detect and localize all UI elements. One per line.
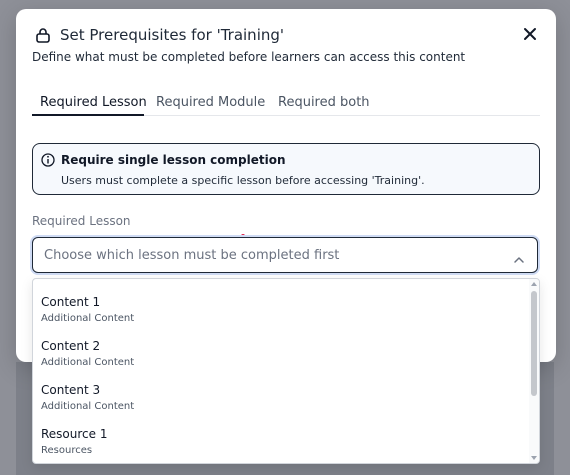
dialog-title: Set Prerequisites for 'Training' bbox=[60, 26, 285, 44]
dialog-subtitle: Define what must be completed before lea… bbox=[32, 50, 466, 64]
option-label: Content 2 bbox=[41, 339, 101, 353]
prerequisite-tabs: Required Lesson Required Module Required… bbox=[32, 95, 540, 116]
option-label: Resource 1 bbox=[41, 427, 108, 441]
select-placeholder: Choose which lesson must be completed fi… bbox=[44, 248, 340, 263]
option-category: Additional Content bbox=[41, 313, 135, 324]
close-button[interactable] bbox=[520, 25, 540, 45]
dropdown-scrollbar[interactable] bbox=[529, 279, 539, 463]
scroll-down-arrow-icon[interactable] bbox=[531, 456, 537, 460]
close-icon bbox=[523, 26, 537, 45]
lesson-dropdown-list: Content 1 Additional Content Content 2 A… bbox=[32, 278, 540, 464]
required-lesson-label: Required Lesson bbox=[32, 214, 131, 228]
info-icon bbox=[41, 152, 55, 167]
info-title: Require single lesson completion bbox=[61, 153, 286, 167]
option-category: Additional Content bbox=[41, 401, 135, 412]
tab-required-module[interactable]: Required Module bbox=[156, 95, 265, 110]
option-category: Additional Content bbox=[41, 357, 135, 368]
required-lesson-select[interactable]: Choose which lesson must be completed fi… bbox=[32, 237, 538, 273]
list-item[interactable]: Content 1 Additional Content bbox=[33, 285, 529, 329]
tab-required-both[interactable]: Required both bbox=[278, 95, 370, 110]
scroll-up-arrow-icon[interactable] bbox=[531, 282, 537, 286]
lock-icon bbox=[34, 26, 52, 44]
chevron-up-icon bbox=[513, 250, 525, 263]
list-item[interactable]: Resource 1 Resources bbox=[33, 417, 529, 461]
option-category: Resources bbox=[41, 445, 93, 456]
scrollbar-thumb[interactable] bbox=[531, 291, 537, 396]
info-callout: Require single lesson completion Users m… bbox=[32, 143, 540, 195]
tab-required-lesson[interactable]: Required Lesson bbox=[40, 95, 147, 110]
option-label: Content 1 bbox=[41, 295, 101, 309]
info-text: Users must complete a specific lesson be… bbox=[61, 174, 425, 187]
option-label: Content 3 bbox=[41, 383, 101, 397]
active-tab-indicator bbox=[32, 114, 144, 116]
dialog-header: Set Prerequisites for 'Training' bbox=[34, 26, 284, 44]
list-item[interactable]: Content 2 Additional Content bbox=[33, 329, 529, 373]
list-item[interactable]: Content 3 Additional Content bbox=[33, 373, 529, 417]
